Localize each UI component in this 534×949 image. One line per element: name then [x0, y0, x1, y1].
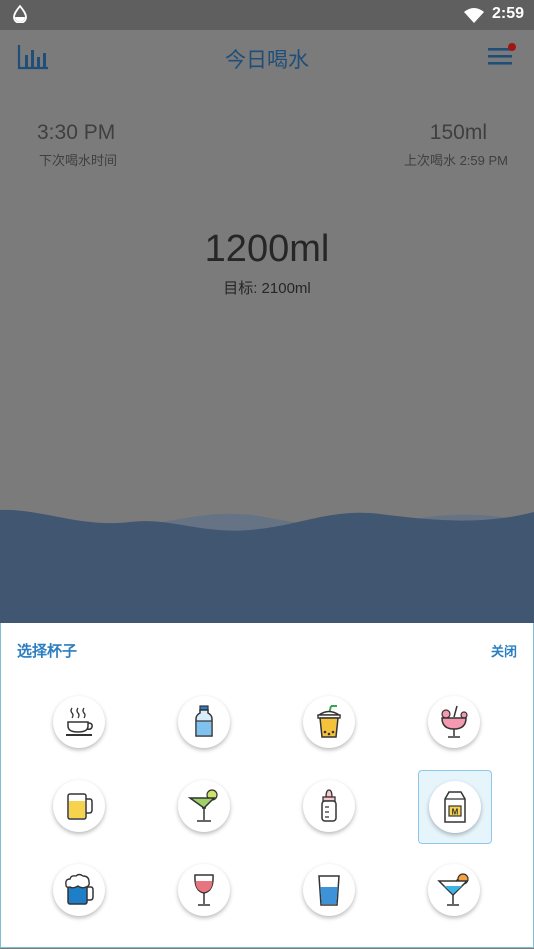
cup-option-cocktail[interactable]: [418, 854, 490, 926]
water-bottle-icon: [195, 705, 213, 737]
cup-circle: [53, 696, 105, 748]
cup-picker-sheet: 选择杯子 关闭 M: [0, 623, 534, 948]
status-bar: 2:59: [0, 0, 534, 30]
cup-option-bubble-tea[interactable]: [293, 686, 365, 758]
app-bar: 今日喝水: [0, 30, 534, 86]
cup-circle: [178, 696, 230, 748]
next-drink-label: 下次喝水时间: [39, 153, 118, 168]
bubble-tea-icon: [316, 705, 342, 738]
cup-circle: M: [429, 781, 481, 833]
coffee-cup-icon: [66, 707, 93, 736]
cup-option-margarita[interactable]: [168, 770, 240, 842]
notification-dot: [508, 43, 516, 51]
cup-option-water-bottle[interactable]: [168, 686, 240, 758]
wifi-icon: [464, 8, 484, 23]
next-drink-time: 3:30 PM: [37, 121, 116, 144]
cup-option-beer-mug[interactable]: [43, 770, 115, 842]
cup-circle: [428, 696, 480, 748]
cup-circle: [178, 780, 230, 832]
close-button[interactable]: 关闭: [491, 641, 517, 660]
cup-option-tropical-drink[interactable]: [418, 686, 490, 758]
baby-bottle-icon: [321, 789, 337, 822]
cup-option-wine-glass[interactable]: [168, 854, 240, 926]
today-intake: 1200ml: [204, 228, 330, 270]
water-wave: [0, 509, 534, 623]
wine-glass-icon: [194, 874, 214, 906]
cup-option-milk-carton[interactable]: M: [418, 770, 492, 844]
milk-carton-icon: M: [444, 791, 466, 823]
beer-foam-mug-icon: [65, 873, 94, 905]
milk-carton-letter: M: [452, 808, 459, 817]
water-glass-icon: [318, 875, 340, 906]
cup-circle: [178, 864, 230, 916]
cup-circle: [303, 696, 355, 748]
margarita-glass-icon: [187, 789, 218, 822]
cup-circle: [303, 780, 355, 832]
cup-circle: [428, 864, 480, 916]
cup-circle: [53, 864, 105, 916]
cup-option-coffee[interactable]: [43, 686, 115, 758]
cup-option-beer-foam[interactable]: [43, 854, 115, 926]
beer-mug-icon: [67, 793, 93, 820]
cup-circle: [303, 864, 355, 916]
water-drop-icon: [13, 5, 27, 23]
page-title: 今日喝水: [225, 49, 309, 72]
cocktail-glass-icon: [437, 873, 469, 906]
status-time: 2:59: [491, 5, 524, 22]
cup-option-water-glass[interactable]: [293, 854, 365, 926]
daily-goal: 目标: 2100ml: [223, 280, 311, 297]
cup-circle: [53, 780, 105, 832]
main-screen: 今日喝水 3:30 PM 下次喝水时间 150ml 上次喝水 2:59 PM 1…: [0, 30, 534, 623]
cup-picker-title: 选择杯子: [17, 643, 78, 660]
tropical-drink-icon: [441, 705, 468, 738]
last-drink-label: 上次喝水 2:59 PM: [403, 153, 508, 168]
last-drink-amount: 150ml: [429, 121, 487, 144]
cup-option-baby-bottle[interactable]: [293, 770, 365, 842]
